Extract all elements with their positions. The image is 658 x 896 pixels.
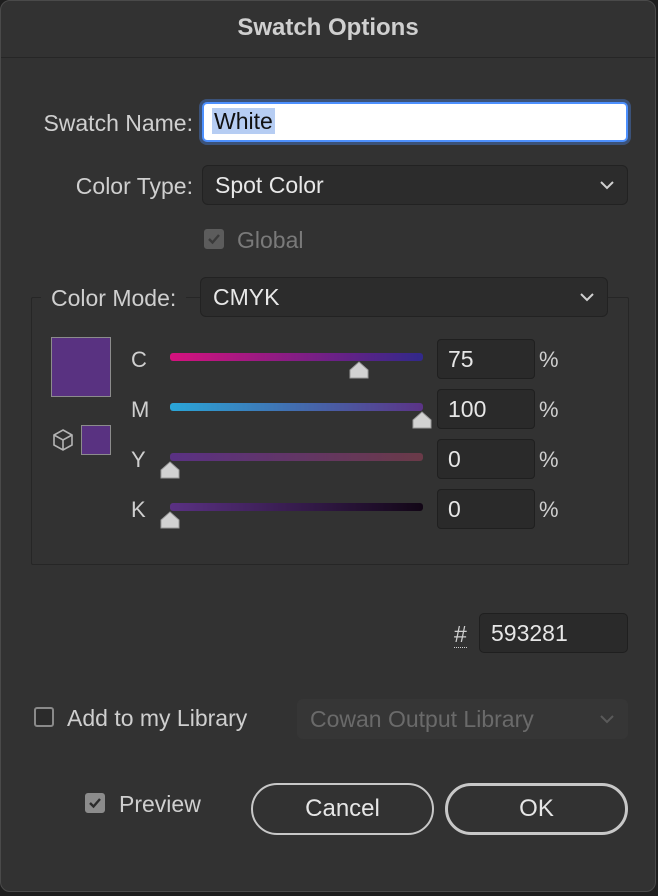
cyan-percent: % xyxy=(539,347,559,372)
dialog-title: Swatch Options xyxy=(1,1,655,58)
magenta-slider-track[interactable] xyxy=(170,403,423,411)
yellow-slider-thumb[interactable] xyxy=(160,461,180,479)
preview-label: Preview xyxy=(119,791,201,817)
cyan-slider-track[interactable] xyxy=(170,353,423,361)
color-type-value: Spot Color xyxy=(215,172,324,198)
preview-checkbox[interactable] xyxy=(85,793,105,813)
color-type-label: Color Type: xyxy=(75,173,193,199)
hex-input[interactable]: 593281 xyxy=(479,613,628,653)
hex-symbol: # xyxy=(454,621,467,648)
out-of-gamut-cube-icon[interactable] xyxy=(52,428,74,452)
yellow-input[interactable]: 0 xyxy=(437,439,535,479)
library-select-value: Cowan Output Library xyxy=(310,706,534,732)
checkmark-icon xyxy=(89,798,101,809)
cancel-button[interactable]: Cancel xyxy=(251,783,434,835)
cyan-input[interactable]: 75 xyxy=(437,339,535,379)
hex-label: # xyxy=(454,621,467,648)
cyan-slider-thumb[interactable] xyxy=(349,361,369,379)
add-to-library-checkbox[interactable] xyxy=(34,707,54,727)
global-label: Global xyxy=(237,227,304,253)
chevron-down-icon xyxy=(600,715,614,724)
yellow-percent: % xyxy=(539,447,559,472)
black-slider-track[interactable] xyxy=(170,503,423,511)
cyan-label: C xyxy=(131,347,147,372)
chevron-down-icon xyxy=(580,293,594,302)
swatch-options-dialog: Swatch Options Swatch Name: White Color … xyxy=(0,0,656,892)
swatch-name-label: Swatch Name: xyxy=(43,110,193,136)
black-slider-thumb[interactable] xyxy=(160,511,180,529)
ok-button[interactable]: OK xyxy=(445,783,628,835)
add-to-library-label: Add to my Library xyxy=(67,705,248,731)
black-percent: % xyxy=(539,497,559,522)
magenta-label: M xyxy=(131,397,150,422)
color-preview-swatch xyxy=(51,337,111,397)
yellow-label: Y xyxy=(131,447,146,472)
swatch-name-input[interactable]: White xyxy=(202,102,628,142)
black-input[interactable]: 0 xyxy=(437,489,535,529)
color-mode-label: Color Mode: xyxy=(41,285,187,312)
magenta-percent: % xyxy=(539,397,559,422)
magenta-input[interactable]: 100 xyxy=(437,389,535,429)
chevron-down-icon xyxy=(600,181,614,190)
library-select[interactable]: Cowan Output Library xyxy=(297,699,628,739)
color-mode-value: CMYK xyxy=(213,284,280,310)
gamut-swatch[interactable] xyxy=(81,425,111,455)
global-checkbox[interactable] xyxy=(204,229,224,249)
checkmark-icon xyxy=(208,234,220,245)
color-mode-group xyxy=(31,297,629,565)
magenta-slider-thumb[interactable] xyxy=(412,411,432,429)
yellow-slider-track[interactable] xyxy=(170,453,423,461)
color-type-select[interactable]: Spot Color xyxy=(202,165,628,205)
color-mode-select[interactable]: CMYK xyxy=(200,277,608,317)
swatch-name-value: White xyxy=(212,108,275,134)
black-label: K xyxy=(131,497,146,522)
